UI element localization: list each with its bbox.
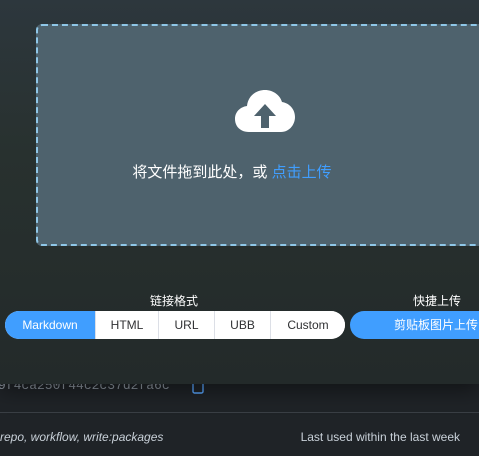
token-last-used: Last used within the last week xyxy=(300,430,460,444)
format-url-button[interactable]: URL xyxy=(158,311,214,339)
clipboard-upload-button[interactable]: 剪贴板图片上传 xyxy=(350,311,479,339)
format-ubb-button[interactable]: UBB xyxy=(214,311,270,339)
click-upload-link[interactable]: 点击上传 xyxy=(272,164,332,181)
upload-panel: 将文件拖到此处，或 点击上传 链接格式 Markdown HTML URL UB… xyxy=(0,0,479,384)
upload-dropzone[interactable]: 将文件拖到此处，或 点击上传 xyxy=(36,24,479,246)
token-scopes: repo, workflow, write:packages xyxy=(0,430,164,444)
drop-instructions: 将文件拖到此处，或 点击上传 xyxy=(38,161,426,182)
format-custom-button[interactable]: Custom xyxy=(270,311,345,339)
cloud-upload-icon xyxy=(235,90,295,132)
format-html-button[interactable]: HTML xyxy=(95,311,158,339)
drop-text: 将文件拖到此处，或 xyxy=(132,164,272,181)
link-format-selector: Markdown HTML URL UBB Custom xyxy=(5,311,345,339)
quick-upload-label: 快捷上传 xyxy=(413,294,462,308)
format-markdown-button[interactable]: Markdown xyxy=(5,311,95,339)
link-format-label: 链接格式 xyxy=(150,294,199,308)
token-scope-row: repo, workflow, write:packages Last used… xyxy=(0,413,479,456)
